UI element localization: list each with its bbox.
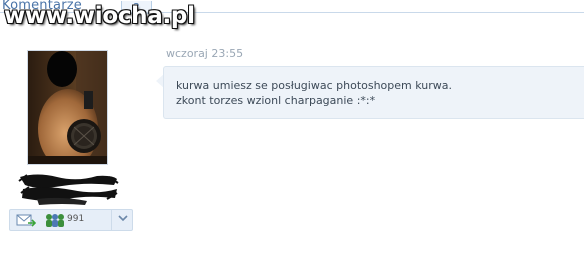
envelope-arrow-icon bbox=[16, 214, 37, 227]
toolbar-divider bbox=[111, 210, 112, 230]
user-avatar[interactable] bbox=[27, 50, 108, 165]
comment-text-line-1: kurwa umiesz se posługiwac photoshopem k… bbox=[176, 79, 453, 92]
more-options-button[interactable] bbox=[114, 211, 132, 229]
user-actions-toolbar: 991 bbox=[9, 209, 133, 231]
comment-text-line-2: zkont torzes wzionl charpaganie :*:* bbox=[176, 94, 376, 107]
scribble-graphic bbox=[18, 174, 119, 205]
friends-button[interactable] bbox=[44, 213, 66, 228]
friends-count: 991 bbox=[67, 214, 85, 224]
comment-bubble: kurwa umiesz se posługiwac photoshopem k… bbox=[163, 66, 584, 119]
friends-icon bbox=[46, 214, 64, 227]
chevron-down-icon bbox=[118, 215, 128, 222]
avatar-photo bbox=[28, 51, 107, 164]
send-message-button[interactable] bbox=[16, 213, 37, 228]
user-panel: 991 bbox=[0, 44, 145, 244]
comment-timestamp: wczoraj 23:55 bbox=[166, 47, 244, 60]
site-watermark: www.wiocha.pl bbox=[4, 3, 195, 29]
username-scribble[interactable] bbox=[17, 171, 121, 207]
